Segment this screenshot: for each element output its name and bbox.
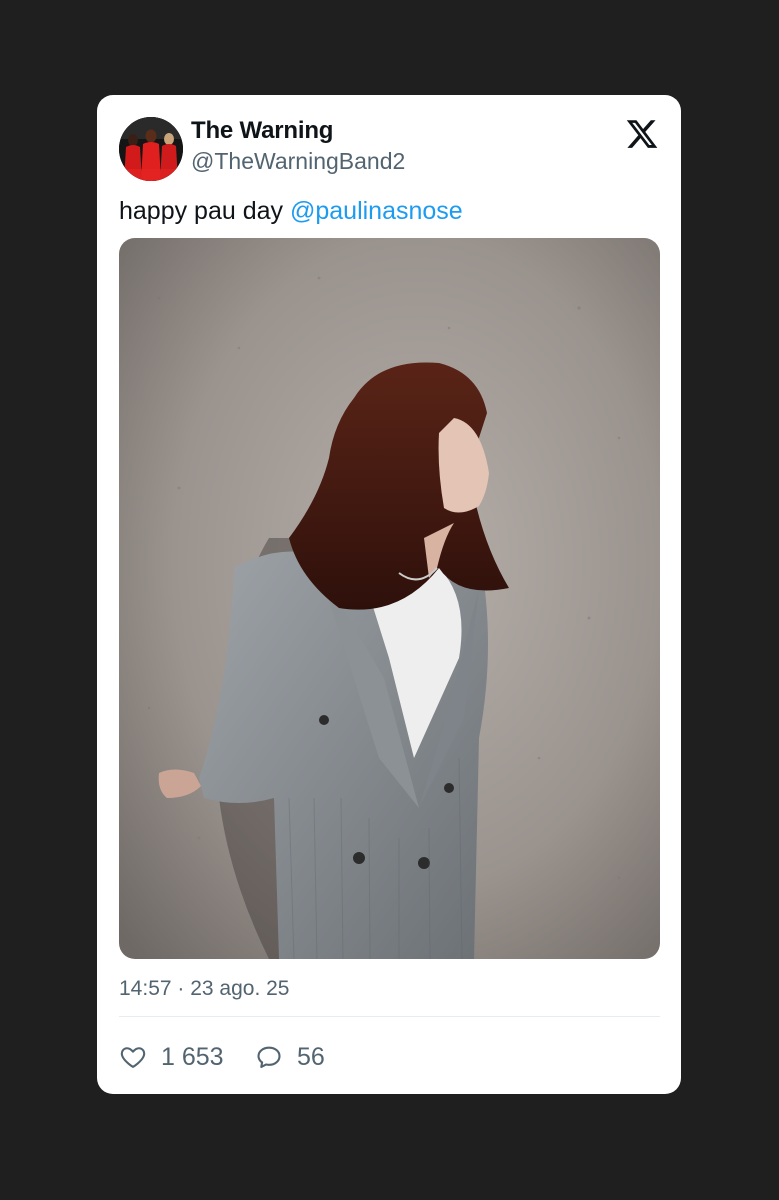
- like-button[interactable]: 1 653: [119, 1039, 224, 1075]
- reply-count: 56: [297, 1043, 325, 1071]
- tweet-text: happy pau day @paulinasnose: [119, 195, 463, 227]
- tweet-card: The Warning @TheWarningBand2 happy pau d…: [97, 95, 681, 1094]
- x-logo-icon[interactable]: [625, 117, 659, 151]
- author-name[interactable]: The Warning: [191, 117, 333, 145]
- reply-button[interactable]: 56: [255, 1039, 325, 1075]
- divider: [119, 1016, 660, 1017]
- tweet-timestamp[interactable]: 14:57 · 23 ago. 25: [119, 975, 289, 1003]
- tweet-photo[interactable]: [119, 238, 660, 959]
- author-handle[interactable]: @TheWarningBand2: [191, 147, 405, 175]
- tweet-body: happy pau day: [119, 197, 290, 225]
- avatar[interactable]: [119, 117, 183, 181]
- like-count: 1 653: [161, 1043, 224, 1071]
- mention-link[interactable]: @paulinasnose: [290, 197, 463, 225]
- heart-icon: [120, 1047, 146, 1068]
- comment-icon: [257, 1046, 281, 1068]
